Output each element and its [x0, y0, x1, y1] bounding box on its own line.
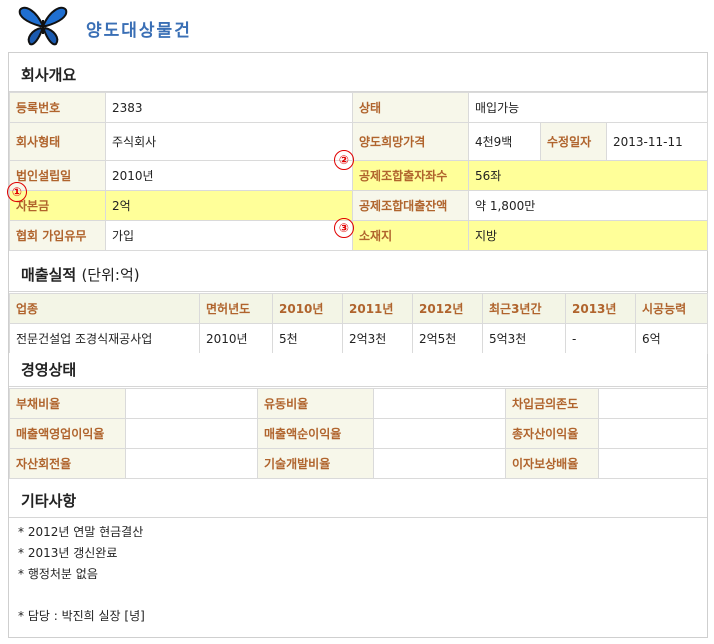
management-heading: 경영상태 [9, 353, 707, 387]
cell-2011: 2억3천 [342, 323, 413, 354]
sales-heading: 매출실적 (단위:억) [9, 258, 707, 292]
label-asset-turnover: 자산회전율 [9, 448, 126, 479]
list-item: * 2012년 연말 현금결산 [18, 525, 144, 539]
marker-3: ③ [334, 218, 354, 238]
table-row: 매출액영업이익율 매출액순이익율 총자산이익율 [9, 418, 708, 449]
table-row: 전문건설업 조경식재공사업 2010년 5천 2억3천 2억5천 5억3천 - … [9, 323, 708, 354]
label-asking-price: 양도희망가격 [352, 122, 469, 161]
table-row: 부채비율 유동비율 차입금의존도 [9, 388, 708, 419]
col-2011: 2011년 [342, 293, 413, 324]
marker-1: ① [7, 182, 27, 202]
value-interest-coverage [598, 448, 708, 479]
label-company-type: 회사형태 [9, 122, 106, 161]
sales-unit: (단위:억) [81, 266, 140, 284]
table-header-row: 업종 면허년도 2010년 2011년 2012년 최근3년간 2013년 시공… [9, 293, 708, 324]
notes-list: * 2012년 연말 현금결산 * 2013년 갱신완료 * 행정처분 없음 *… [18, 522, 145, 627]
label-interest-coverage: 이자보상배율 [505, 448, 599, 479]
value-modified-date: 2013-11-11 [605, 122, 709, 161]
label-net-margin: 매출액순이익율 [257, 418, 374, 449]
col-industry: 업종 [9, 293, 200, 324]
value-asset-turnover [125, 448, 258, 479]
page-header: 양도대상물건 [0, 0, 714, 52]
butterfly-icon [18, 6, 68, 46]
other-heading: 기타사항 [9, 484, 707, 518]
sales-heading-text: 매출실적 [21, 266, 77, 284]
table-row: 협회 가입유무 가입 소재지 지방 [9, 220, 709, 251]
label-borrowing-dependency: 차입금의존도 [505, 388, 599, 419]
value-current-ratio [373, 388, 506, 419]
overview-heading: 회사개요 [9, 58, 707, 92]
label-union-loan: 공제조합대출잔액 [352, 190, 469, 221]
list-item: * 행정처분 없음 [18, 567, 98, 581]
col-recent-3y: 최근3년간 [482, 293, 566, 324]
marker-2: ② [334, 150, 354, 170]
cell-2013: - [565, 323, 636, 354]
table-row: 자본금 2억 공제조합대출잔액 약 1,800만 [9, 190, 709, 221]
cell-recent-3y: 5억3천 [482, 323, 566, 354]
overview-table: 등록번호 2383 상태 매입가능 회사형태 주식회사 양도희망가격 4천9백 … [9, 92, 709, 251]
list-item: * 2013년 갱신완료 [18, 546, 118, 560]
value-founded: 2010년 [105, 160, 353, 191]
cell-license-year: 2010년 [199, 323, 273, 354]
value-operating-margin [125, 418, 258, 449]
col-2010: 2010년 [272, 293, 343, 324]
value-union-loan: 약 1,800만 [467, 190, 709, 221]
value-reg-no: 2383 [105, 92, 353, 123]
cell-2010: 5천 [272, 323, 343, 354]
table-row: 회사형태 주식회사 양도희망가격 4천9백 수정일자 2013-11-11 [9, 122, 709, 161]
value-association: 가입 [105, 220, 353, 251]
label-association: 협회 가입유무 [9, 220, 106, 251]
value-union-shares: 56좌 [467, 160, 709, 191]
table-row: 법인설립일 2010년 공제조합출자좌수 56좌 [9, 160, 709, 191]
value-borrowing-dependency [598, 388, 708, 419]
value-debt-ratio [125, 388, 258, 419]
label-roa: 총자산이익율 [505, 418, 599, 449]
management-table: 부채비율 유동비율 차입금의존도 매출액영업이익율 매출액순이익율 총자산이익율… [9, 388, 708, 479]
col-2013: 2013년 [565, 293, 636, 324]
page-title: 양도대상물건 [86, 21, 192, 41]
col-capacity: 시공능력 [635, 293, 708, 324]
label-reg-no: 등록번호 [9, 92, 106, 123]
list-item: * 담당 : 박진희 실장 [녕] [18, 609, 145, 623]
list-item [18, 585, 145, 606]
label-debt-ratio: 부채비율 [9, 388, 126, 419]
value-status: 매입가능 [467, 92, 709, 123]
cell-2012: 2억5천 [412, 323, 483, 354]
col-2012: 2012년 [412, 293, 483, 324]
label-union-shares: 공제조합출자좌수 [352, 160, 469, 191]
value-capital: 2억 [105, 190, 353, 221]
label-current-ratio: 유동비율 [257, 388, 374, 419]
sales-table: 업종 면허년도 2010년 2011년 2012년 최근3년간 2013년 시공… [9, 293, 708, 354]
table-row: 자산회전율 기술개발비율 이자보상배율 [9, 448, 708, 479]
col-license-year: 면허년도 [199, 293, 273, 324]
label-location: 소재지 [352, 220, 469, 251]
value-roa [598, 418, 708, 449]
label-rd-ratio: 기술개발비율 [257, 448, 374, 479]
value-net-margin [373, 418, 506, 449]
value-rd-ratio [373, 448, 506, 479]
cell-capacity: 6억 [635, 323, 708, 354]
label-modified-date: 수정일자 [540, 122, 607, 161]
label-status: 상태 [352, 92, 469, 123]
label-operating-margin: 매출액영업이익율 [9, 418, 126, 449]
table-row: 등록번호 2383 상태 매입가능 [9, 92, 709, 123]
cell-industry: 전문건설업 조경식재공사업 [9, 323, 200, 354]
value-asking-price: 4천9백 [468, 122, 541, 161]
value-company-type: 주식회사 [105, 122, 353, 161]
value-location: 지방 [467, 220, 709, 251]
